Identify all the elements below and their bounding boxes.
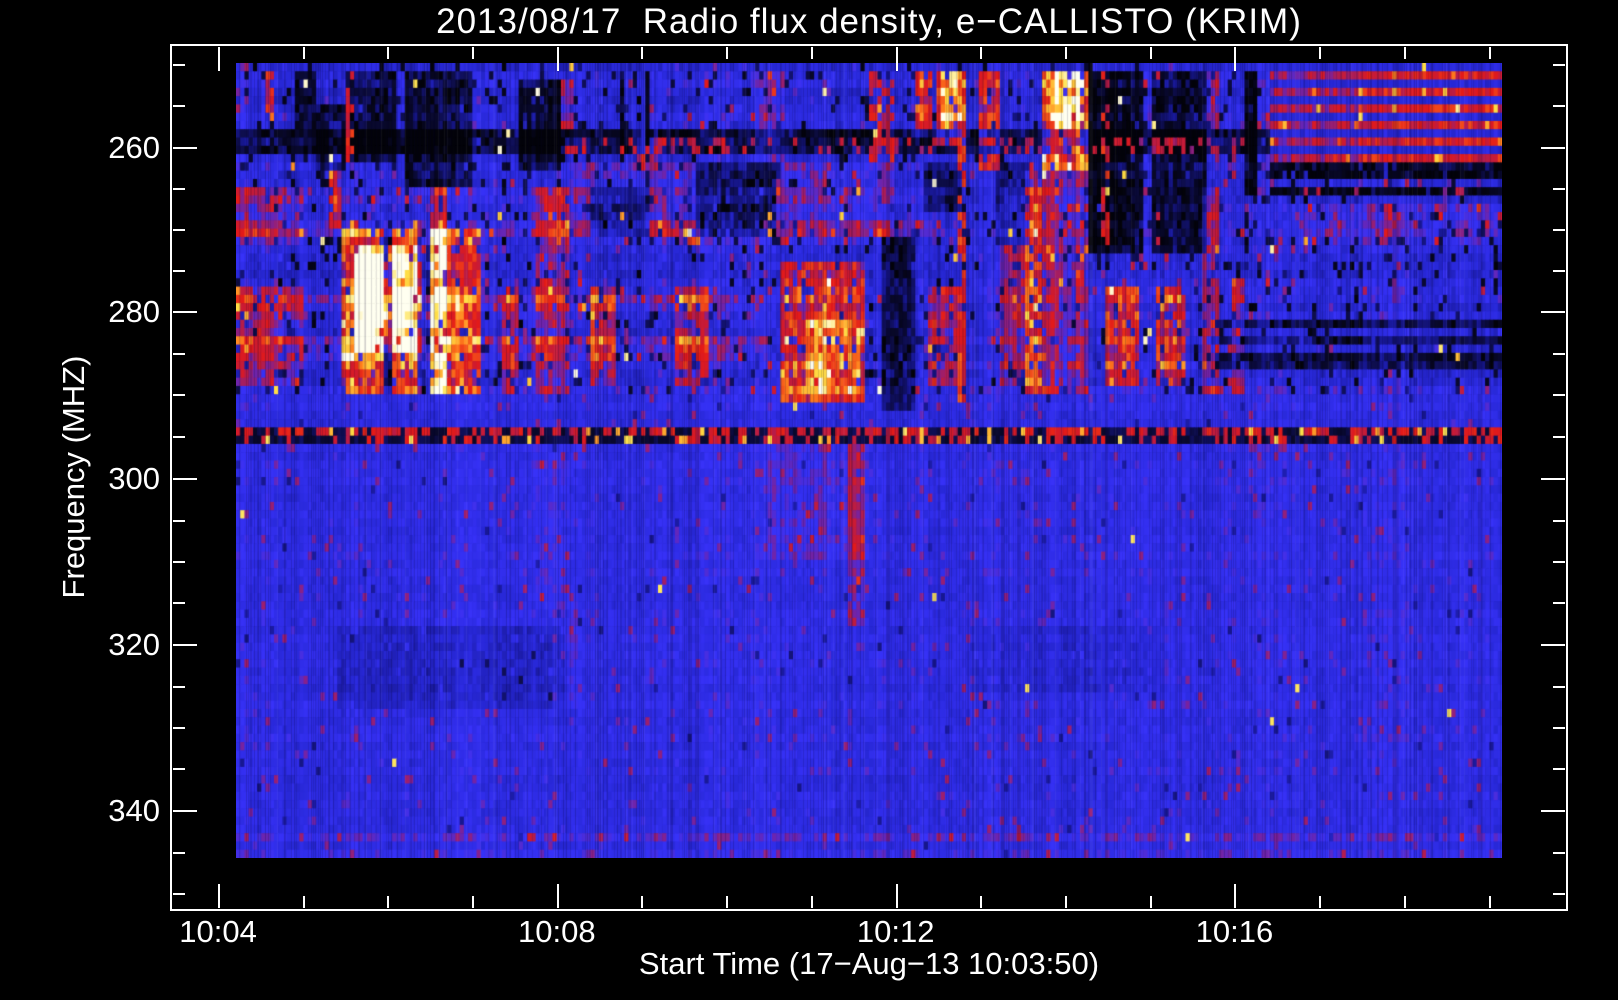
tick-mark xyxy=(173,520,185,522)
tick-mark xyxy=(1065,896,1067,908)
tick-mark xyxy=(472,896,474,908)
tick-mark xyxy=(1541,311,1565,313)
tick-mark xyxy=(811,47,813,59)
tick-mark xyxy=(1489,896,1491,908)
tick-mark xyxy=(811,896,813,908)
tick-mark xyxy=(1150,896,1152,908)
tick-mark xyxy=(173,353,185,355)
tick-mark xyxy=(1553,602,1565,604)
tick-mark xyxy=(1541,644,1565,646)
tick-mark xyxy=(980,47,982,59)
tick-mark xyxy=(173,602,185,604)
tick-mark xyxy=(980,896,982,908)
tick-mark xyxy=(1553,105,1565,107)
tick-mark xyxy=(1553,188,1565,190)
tick-mark xyxy=(173,686,185,688)
tick-mark xyxy=(1319,896,1321,908)
y-tick-label: 280 xyxy=(108,293,160,329)
tick-mark xyxy=(1404,47,1406,59)
tick-mark xyxy=(472,47,474,59)
tick-mark xyxy=(557,47,559,71)
tick-mark xyxy=(1319,47,1321,59)
tick-mark xyxy=(1553,852,1565,854)
tick-mark xyxy=(173,644,197,646)
tick-mark xyxy=(1553,561,1565,563)
tick-mark xyxy=(387,896,389,908)
tick-mark xyxy=(1553,353,1565,355)
tick-mark xyxy=(1553,229,1565,231)
tick-mark xyxy=(1150,47,1152,59)
x-axis-title: Start Time (17−Aug−13 10:03:50) xyxy=(638,946,1100,981)
tick-mark xyxy=(173,893,185,895)
spectrogram-page: 2013/08/17 Radio flux density, e−CALLIST… xyxy=(0,0,1618,1000)
y-tick-label: 340 xyxy=(108,793,160,828)
tick-mark xyxy=(218,884,220,908)
tick-mark xyxy=(1553,394,1565,396)
x-tick-label: 10:16 xyxy=(1195,914,1274,949)
tick-mark xyxy=(173,478,197,480)
tick-mark xyxy=(218,47,220,71)
tick-mark xyxy=(173,810,197,812)
tick-mark xyxy=(173,768,185,770)
page-title: 2013/08/17 Radio flux density, e−CALLIST… xyxy=(436,2,1302,41)
tick-mark xyxy=(387,47,389,59)
x-tick-label: 10:12 xyxy=(856,914,935,949)
tick-mark xyxy=(173,229,185,231)
tick-mark xyxy=(896,47,898,71)
y-tick-label: 320 xyxy=(108,627,160,662)
tick-mark xyxy=(1541,478,1565,480)
tick-mark xyxy=(173,436,185,438)
tick-mark xyxy=(303,896,305,908)
x-tick-label: 10:08 xyxy=(518,914,596,949)
tick-mark xyxy=(1553,768,1565,770)
tick-mark xyxy=(1553,64,1565,66)
tick-mark xyxy=(1541,810,1565,812)
tick-mark xyxy=(1234,47,1236,71)
tick-mark xyxy=(1553,520,1565,522)
tick-mark xyxy=(1553,270,1565,272)
tick-mark xyxy=(173,270,185,272)
tick-mark xyxy=(1065,47,1067,59)
tick-mark xyxy=(173,852,185,854)
tick-mark xyxy=(641,47,643,59)
y-axis-title: Frequency (MHZ) xyxy=(56,355,91,599)
x-tick-label: 10:04 xyxy=(179,914,257,949)
tick-mark xyxy=(173,394,185,396)
tick-mark xyxy=(557,884,559,908)
tick-mark xyxy=(173,105,185,107)
tick-mark xyxy=(173,561,185,563)
tick-mark xyxy=(303,47,305,59)
spectrogram-canvas xyxy=(236,63,1502,858)
tick-mark xyxy=(173,64,185,66)
tick-mark xyxy=(1541,147,1565,149)
tick-mark xyxy=(1553,686,1565,688)
tick-mark xyxy=(173,188,185,190)
tick-mark xyxy=(726,47,728,59)
tick-mark xyxy=(173,727,185,729)
tick-mark xyxy=(726,896,728,908)
tick-mark xyxy=(1404,896,1406,908)
tick-mark xyxy=(641,896,643,908)
y-tick-label: 260 xyxy=(108,129,160,165)
tick-mark xyxy=(1234,884,1236,908)
tick-mark xyxy=(173,147,197,149)
tick-mark xyxy=(896,884,898,908)
tick-mark xyxy=(1553,727,1565,729)
tick-mark xyxy=(1553,893,1565,895)
tick-mark xyxy=(1553,436,1565,438)
tick-mark xyxy=(173,311,197,313)
tick-mark xyxy=(1489,47,1491,59)
